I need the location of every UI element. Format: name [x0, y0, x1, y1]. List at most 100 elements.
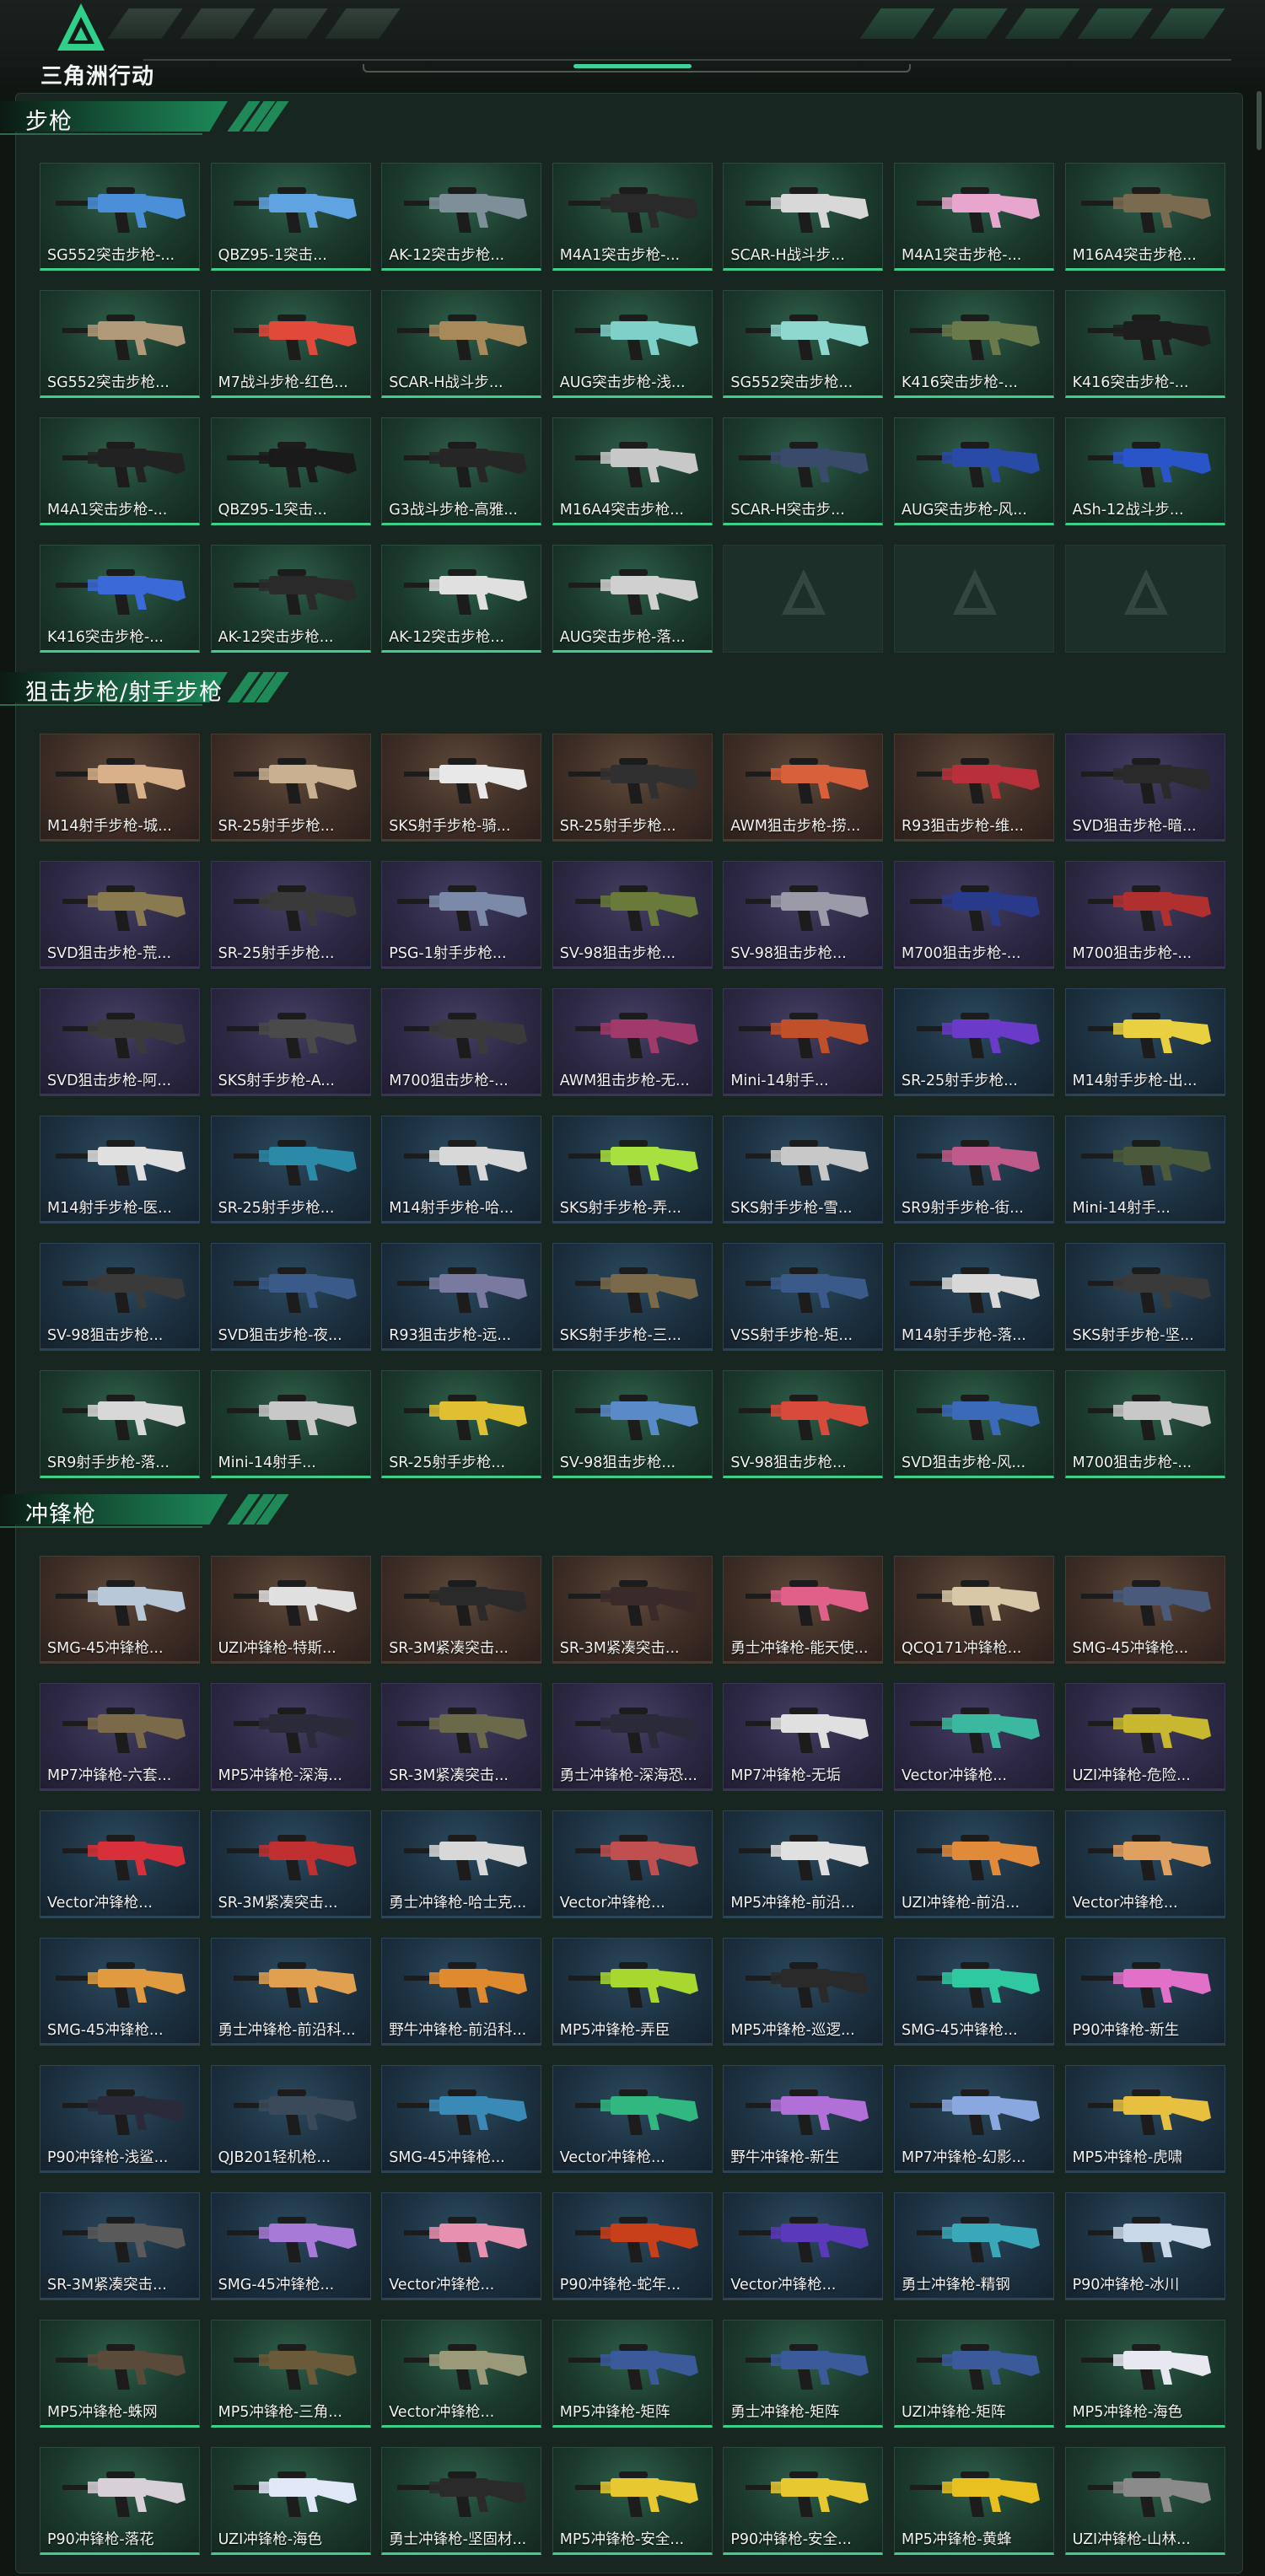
- weapon-card[interactable]: 勇士冲锋枪-精钢: [893, 2192, 1054, 2300]
- weapon-card[interactable]: SMG-45冲锋枪...: [1064, 1556, 1225, 1664]
- weapon-card[interactable]: SCAR-H战斗步...: [381, 290, 542, 398]
- weapon-card[interactable]: SR-3M紧凑突击...: [381, 1683, 542, 1791]
- weapon-card[interactable]: Mini-14射手...: [210, 1370, 371, 1478]
- weapon-card[interactable]: SR-25射手步枪...: [210, 861, 371, 969]
- weapon-card[interactable]: UZI冲锋枪-山林...: [1064, 2447, 1225, 2555]
- weapon-card[interactable]: MP7冲锋枪-六套...: [40, 1683, 200, 1791]
- weapon-card[interactable]: AK-12突击步枪...: [210, 545, 371, 653]
- weapon-card[interactable]: 勇士冲锋枪-深海恐...: [552, 1683, 713, 1791]
- weapon-card[interactable]: Vector冲锋枪...: [723, 2192, 884, 2300]
- weapon-card[interactable]: MP5冲锋枪-海色: [1064, 2320, 1225, 2428]
- weapon-card[interactable]: SKS射手步枪-雪...: [723, 1116, 884, 1223]
- weapon-card[interactable]: M7战斗步枪-红色...: [210, 290, 371, 398]
- weapon-card[interactable]: SR-3M紧凑突击...: [210, 1810, 371, 1918]
- weapon-card[interactable]: SMG-45冲锋枪...: [893, 1938, 1054, 2046]
- weapon-card[interactable]: SKS射手步枪-三...: [552, 1243, 713, 1351]
- weapon-card[interactable]: P90冲锋枪-新生: [1064, 1938, 1225, 2046]
- weapon-card[interactable]: SR-3M紧凑突击...: [381, 1556, 542, 1664]
- weapon-card[interactable]: AUG突击步枪-浅...: [552, 290, 713, 398]
- weapon-card[interactable]: R93狙击步枪-维...: [893, 734, 1054, 842]
- weapon-card[interactable]: Vector冲锋枪...: [893, 1683, 1054, 1791]
- weapon-card[interactable]: SG552突击步枪-...: [40, 163, 200, 271]
- weapon-card[interactable]: MP5冲锋枪-安全...: [552, 2447, 713, 2555]
- weapon-card[interactable]: MP5冲锋枪-深海...: [210, 1683, 371, 1791]
- weapon-card[interactable]: UZI冲锋枪-特斯...: [210, 1556, 371, 1664]
- weapon-card[interactable]: MP5冲锋枪-巡逻...: [723, 1938, 884, 2046]
- weapon-card[interactable]: M16A4突击步枪...: [552, 417, 713, 525]
- weapon-card[interactable]: SR-25射手步枪...: [210, 734, 371, 842]
- weapon-card[interactable]: M14射手步枪-出...: [1064, 988, 1225, 1096]
- weapon-card[interactable]: AWM狙击步枪-无...: [552, 988, 713, 1096]
- weapon-card[interactable]: SR-25射手步枪...: [381, 1370, 542, 1478]
- weapon-card[interactable]: MP7冲锋枪-无垢: [723, 1683, 884, 1791]
- weapon-card[interactable]: P90冲锋枪-蛇年...: [552, 2192, 713, 2300]
- weapon-card[interactable]: K416突击步枪-...: [1064, 290, 1225, 398]
- weapon-card[interactable]: Vector冲锋枪...: [381, 2320, 542, 2428]
- weapon-card[interactable]: R93狙击步枪-远...: [381, 1243, 542, 1351]
- weapon-card[interactable]: SVD狙击步枪-暗...: [1064, 734, 1225, 842]
- weapon-card[interactable]: SMG-45冲锋枪...: [40, 1938, 200, 2046]
- weapon-card[interactable]: M14射手步枪-医...: [40, 1116, 200, 1223]
- weapon-card[interactable]: UZI冲锋枪-前沿...: [893, 1810, 1054, 1918]
- weapon-card[interactable]: 野牛冲锋枪-新生: [723, 2065, 884, 2173]
- weapon-card[interactable]: SR-3M紧凑突击...: [552, 1556, 713, 1664]
- weapon-card[interactable]: SV-98狙击步枪...: [40, 1243, 200, 1351]
- weapon-card[interactable]: Mini-14射手...: [723, 988, 884, 1096]
- weapon-card[interactable]: UZI冲锋枪-海色: [210, 2447, 371, 2555]
- weapon-card[interactable]: SV-98狙击步枪...: [552, 1370, 713, 1478]
- weapon-card[interactable]: SMG-45冲锋枪...: [210, 2192, 371, 2300]
- weapon-card[interactable]: K416突击步枪-...: [40, 545, 200, 653]
- weapon-card[interactable]: G3战斗步枪-高雅...: [381, 417, 542, 525]
- weapon-card[interactable]: MP5冲锋枪-黄蜂: [893, 2447, 1054, 2555]
- weapon-card[interactable]: SR9射手步枪-街...: [893, 1116, 1054, 1223]
- weapon-card[interactable]: SKS射手步枪-坚...: [1064, 1243, 1225, 1351]
- weapon-card[interactable]: QJB201轻机枪...: [210, 2065, 371, 2173]
- weapon-card[interactable]: P90冲锋枪-冰川: [1064, 2192, 1225, 2300]
- scrollbar[interactable]: [1257, 91, 1262, 150]
- weapon-card[interactable]: MP5冲锋枪-蛛网: [40, 2320, 200, 2428]
- weapon-card[interactable]: SVD狙击步枪-夜...: [210, 1243, 371, 1351]
- weapon-card[interactable]: SCAR-H突击步...: [723, 417, 884, 525]
- weapon-card[interactable]: M14射手步枪-落...: [893, 1243, 1054, 1351]
- weapon-card[interactable]: Vector冲锋枪...: [552, 2065, 713, 2173]
- weapon-card[interactable]: UZI冲锋枪-危险...: [1064, 1683, 1225, 1791]
- weapon-card[interactable]: SR-25射手步枪...: [210, 1116, 371, 1223]
- weapon-card[interactable]: UZI冲锋枪-矩阵: [893, 2320, 1054, 2428]
- weapon-card[interactable]: 勇士冲锋枪-矩阵: [723, 2320, 884, 2428]
- weapon-card[interactable]: M700狙击步枪-...: [1064, 1370, 1225, 1478]
- weapon-card[interactable]: M700狙击步枪-...: [893, 861, 1054, 969]
- weapon-card[interactable]: AK-12突击步枪...: [381, 545, 542, 653]
- weapon-card[interactable]: MP7冲锋枪-幻影...: [893, 2065, 1054, 2173]
- weapon-card[interactable]: P90冲锋枪-浅鲨...: [40, 2065, 200, 2173]
- weapon-card[interactable]: SR9射手步枪-落...: [40, 1370, 200, 1478]
- weapon-card[interactable]: QBZ95-1突击...: [210, 417, 371, 525]
- weapon-card[interactable]: SKS射手步枪-骑...: [381, 734, 542, 842]
- weapon-card[interactable]: QBZ95-1突击...: [210, 163, 371, 271]
- weapon-card[interactable]: MP5冲锋枪-三角...: [210, 2320, 371, 2428]
- weapon-card[interactable]: MP5冲锋枪-虎啸: [1064, 2065, 1225, 2173]
- weapon-card[interactable]: M700狙击步枪-...: [1064, 861, 1225, 969]
- weapon-card[interactable]: ASh-12战斗步...: [1064, 417, 1225, 525]
- weapon-card[interactable]: SVD狙击步枪-阿...: [40, 988, 200, 1096]
- weapon-card[interactable]: K416突击步枪-...: [893, 290, 1054, 398]
- weapon-card[interactable]: Vector冲锋枪...: [381, 2192, 542, 2300]
- weapon-card[interactable]: M4A1突击步枪-...: [893, 163, 1054, 271]
- weapon-card[interactable]: Vector冲锋枪...: [1064, 1810, 1225, 1918]
- weapon-card[interactable]: SKS射手步枪-弄...: [552, 1116, 713, 1223]
- weapon-card[interactable]: M4A1突击步枪-...: [552, 163, 713, 271]
- weapon-card[interactable]: 野牛冲锋枪-前沿科...: [381, 1938, 542, 2046]
- weapon-card[interactable]: M4A1突击步枪-...: [40, 417, 200, 525]
- weapon-card[interactable]: SV-98狙击步枪...: [723, 1370, 884, 1478]
- weapon-card[interactable]: M14射手步枪-哈...: [381, 1116, 542, 1223]
- weapon-card[interactable]: AUG突击步枪-风...: [893, 417, 1054, 525]
- weapon-card[interactable]: SVD狙击步枪-荒...: [40, 861, 200, 969]
- weapon-card[interactable]: AWM狙击步枪-捞...: [723, 734, 884, 842]
- weapon-card[interactable]: QCQ171冲锋枪...: [893, 1556, 1054, 1664]
- weapon-card[interactable]: SV-98狙击步枪...: [552, 861, 713, 969]
- weapon-card[interactable]: SVD狙击步枪-风...: [893, 1370, 1054, 1478]
- weapon-card[interactable]: M16A4突击步枪...: [1064, 163, 1225, 271]
- weapon-card[interactable]: Vector冲锋枪...: [552, 1810, 713, 1918]
- weapon-card[interactable]: SMG-45冲锋枪...: [381, 2065, 542, 2173]
- weapon-card[interactable]: Vector冲锋枪...: [40, 1810, 200, 1918]
- weapon-card[interactable]: 勇士冲锋枪-前沿科...: [210, 1938, 371, 2046]
